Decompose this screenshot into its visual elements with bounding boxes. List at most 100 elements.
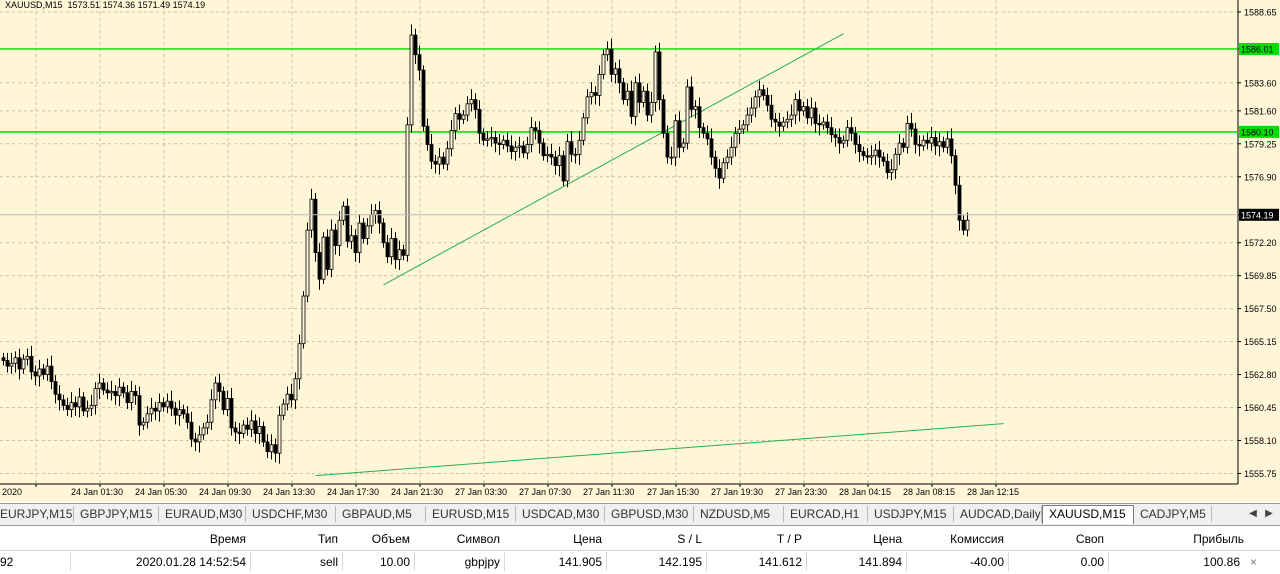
candle-bull [461, 114, 466, 120]
candle-bull [141, 421, 146, 426]
chart-tab[interactable]: EURCAD,H1 [784, 506, 868, 522]
order-tp: 141.612 [758, 555, 802, 569]
candle-bear [533, 127, 538, 131]
candle-bull [437, 156, 442, 165]
candle-bear [521, 145, 526, 154]
candle-bear [105, 389, 110, 394]
candle-bear [661, 99, 666, 134]
tab-scroll-left-icon[interactable]: ◀ [1246, 506, 1260, 522]
candle-bull [13, 357, 18, 364]
chart-tab[interactable]: AUDCAD,Daily [954, 506, 1042, 522]
order-row[interactable]: 92 2020.01.28 14:52:54 sell 10.00 gbpjpy… [0, 552, 1280, 573]
trendline [315, 423, 1004, 477]
candle-bear [677, 120, 682, 148]
candle-bull [565, 141, 570, 182]
chart-tab[interactable]: GBPAUD,M5 [336, 506, 426, 522]
candle-bull [921, 139, 926, 147]
candle-bull [257, 426, 262, 434]
candle-bear [57, 393, 62, 401]
candle-bull [109, 391, 114, 394]
chart-tab[interactable]: EURAUD,M30 [159, 506, 246, 522]
close-order-icon[interactable]: × [1250, 552, 1257, 573]
col-volume[interactable]: Объем [342, 529, 414, 550]
chart-tab[interactable]: USDCHF,M30 [246, 506, 336, 522]
candle-bear [425, 125, 430, 145]
price-tick-label: 1581.60 [1244, 106, 1277, 116]
chart-tab[interactable]: XAUUSD,M15 [1042, 505, 1134, 524]
candle-bull [693, 106, 698, 110]
chart-tab[interactable]: GBPJPY,M15 [74, 506, 159, 522]
candle-bull [585, 96, 590, 119]
candle-bull [793, 99, 798, 116]
col-time[interactable]: Время [72, 529, 250, 550]
candle-bear [829, 127, 834, 136]
price-chart[interactable]: 1588.65 1586.01 1583.60 1581.60 1579.25 1576.… [0, 0, 1280, 502]
candle-bull [625, 90, 630, 101]
candle-bear [709, 138, 714, 158]
chart-tab[interactable]: USDJPY,M15 [868, 506, 954, 522]
candle-bull [337, 219, 342, 246]
candle-bear [317, 252, 322, 280]
col-swap[interactable]: Своп [1008, 529, 1108, 550]
candle-bull [321, 236, 326, 280]
candle-bull [809, 107, 814, 119]
candle-bear [617, 68, 622, 84]
candle-bear [1, 357, 6, 361]
candle-bull [613, 68, 618, 75]
candle-bear [185, 413, 190, 423]
col-commission[interactable]: Комиссия [906, 529, 1008, 550]
candle-bear [333, 229, 338, 246]
chart-tab[interactable]: GBPUSD,M30 [605, 506, 694, 522]
candle-bull [45, 365, 50, 375]
candle-bear [885, 160, 890, 173]
chart-tab[interactable]: EURJPY,M15 [0, 506, 74, 522]
candle-bear [913, 128, 918, 145]
col-tp[interactable]: T / P [706, 529, 806, 550]
candle-bull [177, 409, 182, 416]
candle-bear [689, 86, 694, 110]
candle-bull [897, 142, 902, 155]
candle-bull [37, 368, 42, 377]
time-tick-label: 24 Jan 21:30 [391, 487, 443, 497]
candle-bear [457, 113, 462, 120]
chart-canvas[interactable]: 1588.65 1586.01 1583.60 1581.60 1579.25 1576.… [0, 0, 1280, 502]
candle-bull [157, 402, 162, 412]
col-sl[interactable]: S / L [606, 529, 706, 550]
divider [70, 552, 71, 571]
candle-bear [265, 441, 270, 453]
candle-bear [477, 109, 482, 134]
candle-bull [781, 121, 786, 127]
candle-bull [725, 156, 730, 164]
order-ticket: 92 [0, 555, 14, 569]
candle-bear [273, 444, 278, 454]
candle-bear [153, 407, 158, 412]
col-type[interactable]: Тип [250, 529, 342, 550]
candle-bear [421, 69, 426, 127]
candle-bull [685, 86, 690, 144]
candle-bear [497, 142, 502, 145]
chart-tab[interactable]: USDCAD,M30 [516, 506, 605, 522]
tab-scroll-right-icon[interactable]: ▶ [1262, 506, 1276, 522]
candle-bull [225, 398, 230, 411]
col-current-price[interactable]: Цена [806, 529, 906, 550]
candle-bull [281, 403, 286, 416]
chart-tab[interactable]: EURUSD,M15 [426, 506, 516, 522]
candle-bull [733, 132, 738, 148]
candle-bear [381, 222, 386, 244]
chart-tab[interactable]: CADJPY,M5 [1134, 506, 1212, 522]
candle-bear [253, 420, 258, 434]
price-tick-label: 1558.10 [1244, 436, 1277, 446]
col-price[interactable]: Цена [504, 529, 606, 550]
candle-bull [269, 444, 274, 453]
col-symbol[interactable]: Символ [414, 529, 504, 550]
order-profit: 100.86 [1203, 555, 1240, 569]
candle-bull [373, 210, 378, 216]
candle-bull [241, 424, 246, 434]
candle-bear [701, 127, 706, 134]
col-profit[interactable]: Прибыль [1108, 529, 1248, 550]
chart-tab[interactable]: NZDUSD,M5 [694, 506, 784, 522]
candle-bear [697, 106, 702, 129]
candle-bull [641, 90, 646, 103]
candle-bull [249, 420, 254, 430]
candle-bull [597, 73, 602, 96]
